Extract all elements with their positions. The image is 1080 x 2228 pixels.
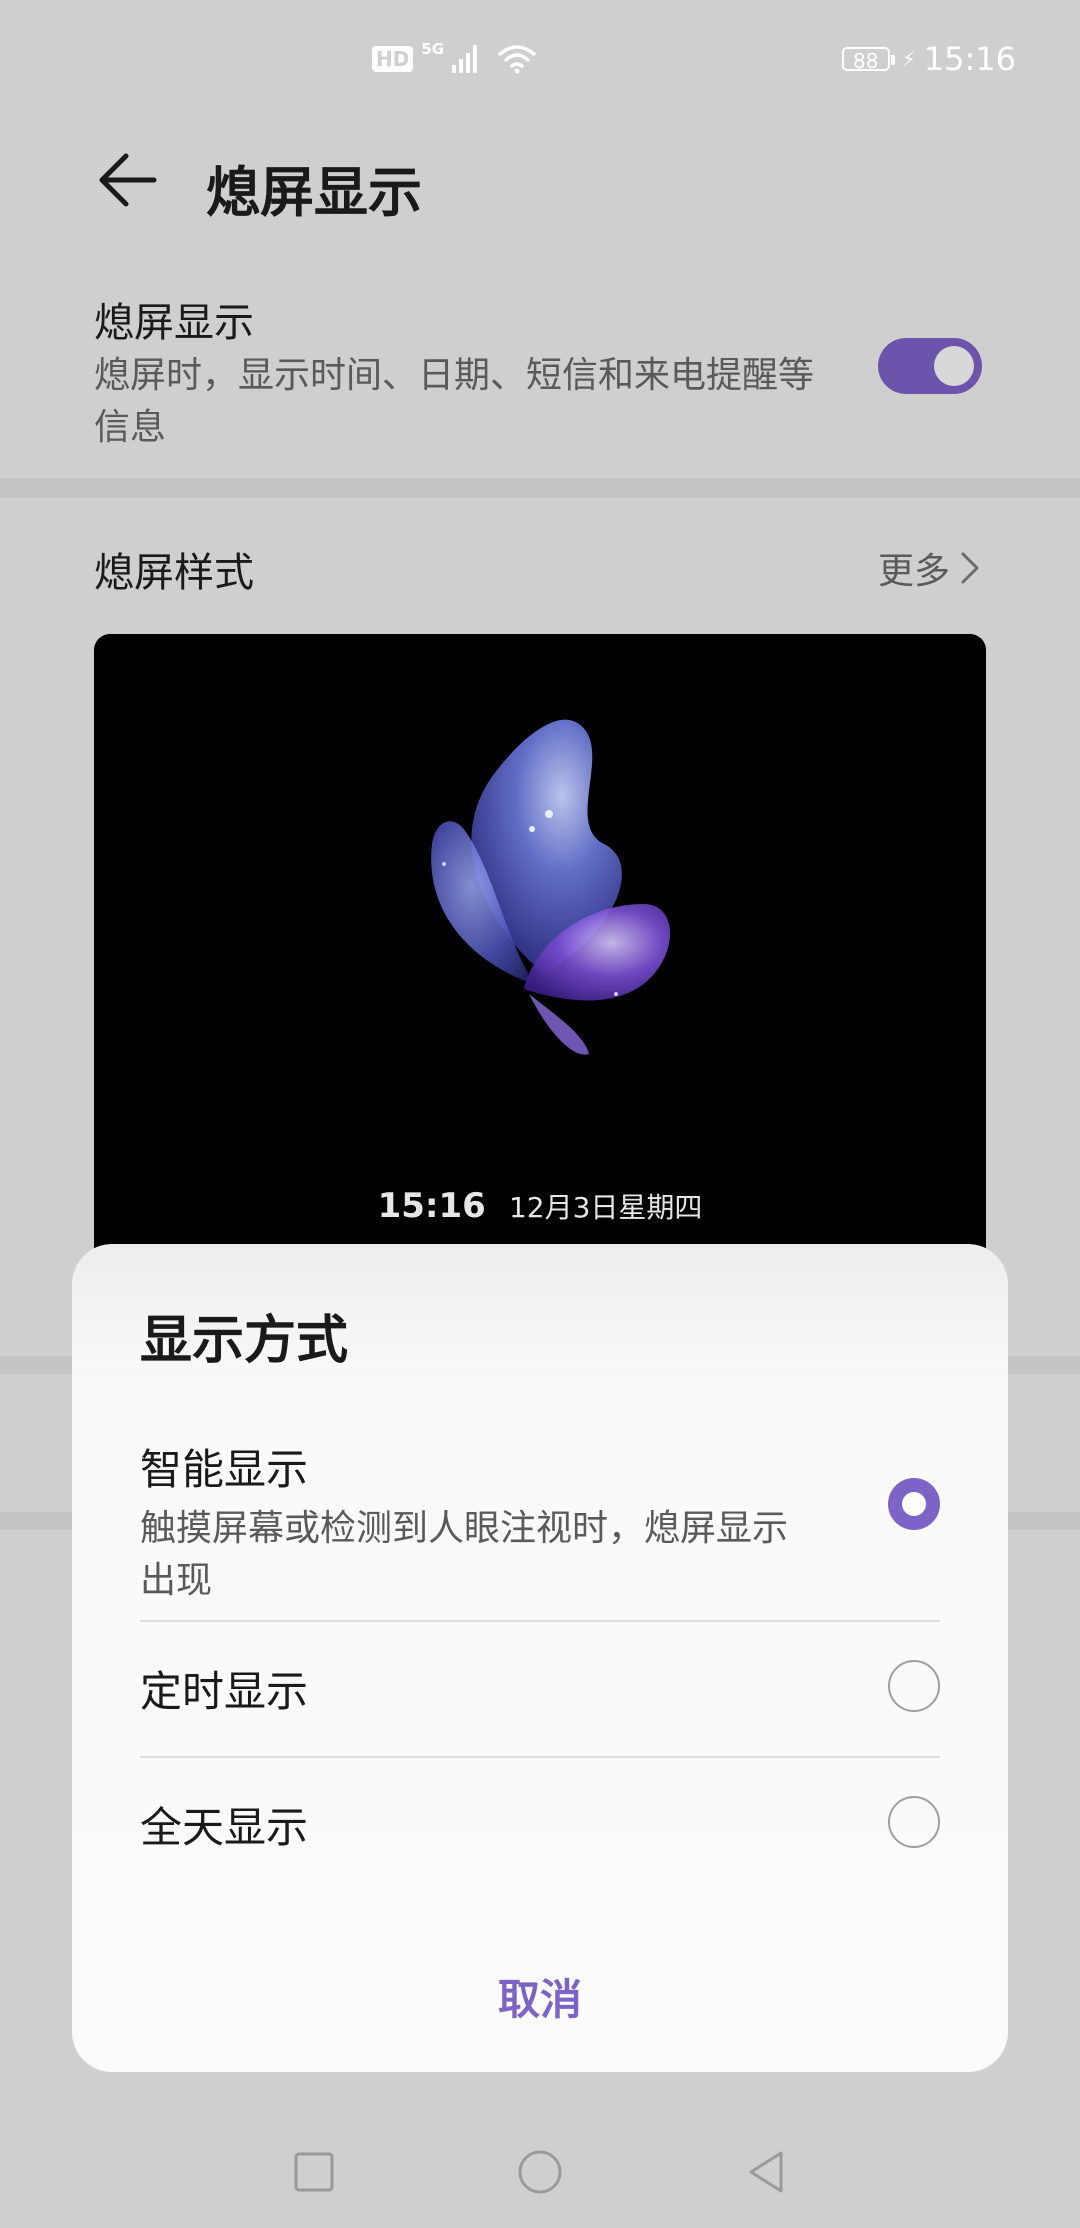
option-label: 全天显示 — [140, 1803, 309, 1852]
battery-icon: 88 — [841, 47, 895, 73]
option-all-day-display[interactable]: 全天显示 — [140, 1794, 940, 1854]
aod-style-preview[interactable]: 15:16 12月3日星期四 — [94, 634, 986, 1274]
system-nav-bar — [0, 2140, 1080, 2228]
option-divider — [140, 1756, 940, 1758]
aod-style-title: 熄屏样式 — [94, 550, 254, 596]
toggle-knob — [934, 346, 974, 386]
charging-icon: ⚡ — [901, 47, 916, 71]
triangle-back-icon — [749, 2151, 783, 2193]
radio-unselected[interactable] — [888, 1660, 940, 1712]
section-divider — [0, 478, 1080, 498]
option-smart-display[interactable]: 智能显示 触摸屏幕或检测到人眼注视时，熄屏显示出现 — [140, 1436, 940, 1601]
radio-unselected[interactable] — [888, 1796, 940, 1848]
dialog-title: 显示方式 — [140, 1311, 349, 1371]
aod-setting-row[interactable]: 熄屏显示 熄屏时，显示时间、日期、短信和来电提醒等信息 — [0, 278, 1080, 478]
signal-icon — [452, 45, 478, 73]
aod-style-row: 熄屏样式 更多 — [0, 540, 1080, 600]
screen: HD 5G 88 ⚡ 15:16 熄屏显示 熄屏显示 熄屏时，显示时间、日期、短… — [0, 0, 1080, 2228]
square-icon — [294, 2152, 334, 2192]
radio-selected[interactable] — [888, 1478, 940, 1530]
wifi-icon — [498, 45, 536, 74]
aod-setting-title: 熄屏显示 — [94, 300, 254, 346]
app-header: 熄屏显示 — [0, 140, 1080, 260]
circle-icon — [518, 2150, 562, 2194]
aod-toggle-switch[interactable] — [878, 338, 982, 394]
back-nav-button[interactable] — [726, 2140, 806, 2204]
display-mode-dialog: 显示方式 智能显示 触摸屏幕或检测到人眼注视时，熄屏显示出现 定时显示 全天显示… — [72, 1244, 1008, 2072]
network-indicators: HD 5G — [372, 40, 536, 74]
arrow-left-icon — [99, 153, 157, 207]
status-right: 88 ⚡ 15:16 — [841, 40, 1016, 78]
status-bar: HD 5G 88 ⚡ 15:16 — [0, 0, 1080, 120]
more-styles-link[interactable]: 更多 — [878, 542, 980, 594]
preview-clock: 15:16 12月3日星期四 — [94, 1186, 986, 1226]
recents-button[interactable] — [274, 2140, 354, 2204]
cancel-button[interactable]: 取消 — [72, 1966, 1008, 2027]
preview-date: 12月3日星期四 — [508, 1191, 703, 1224]
option-description: 触摸屏幕或检测到人眼注视时，熄屏显示出现 — [140, 1508, 789, 1601]
more-label: 更多 — [877, 551, 950, 592]
status-clock: 15:16 — [923, 40, 1016, 78]
page-title: 熄屏显示 — [206, 161, 422, 224]
network-type-label: 5G — [421, 40, 445, 58]
option-label: 定时显示 — [140, 1667, 309, 1716]
option-label: 智能显示 — [140, 1445, 309, 1494]
butterfly-image — [431, 719, 671, 1055]
option-divider — [140, 1620, 940, 1622]
chevron-right-icon — [961, 552, 979, 584]
back-button[interactable] — [92, 140, 164, 220]
option-scheduled-display[interactable]: 定时显示 — [140, 1658, 940, 1718]
hd-icon: HD — [372, 46, 414, 72]
aod-setting-description: 熄屏时，显示时间、日期、短信和来电提醒等信息 — [94, 355, 815, 448]
preview-time: 15:16 — [377, 1186, 486, 1226]
home-button[interactable] — [500, 2140, 580, 2204]
